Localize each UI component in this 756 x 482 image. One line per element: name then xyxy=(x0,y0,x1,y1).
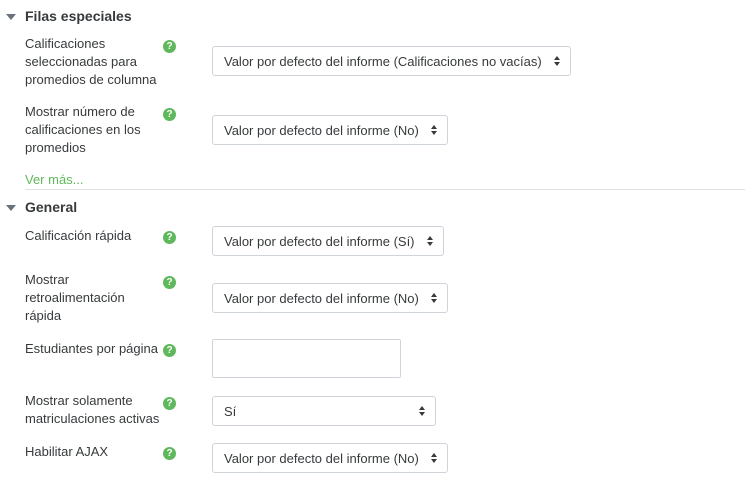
numero-calificaciones-label: Mostrar número de calificaciones en los … xyxy=(25,104,141,155)
help-icon[interactable]: ? xyxy=(163,344,176,357)
select-arrows-icon xyxy=(430,125,437,135)
caret-down-icon xyxy=(6,13,16,20)
select-arrows-icon xyxy=(430,293,437,303)
section-general-toggle[interactable]: General xyxy=(6,199,77,215)
help-icon[interactable]: ? xyxy=(163,231,176,244)
select-value: Sí xyxy=(224,403,237,419)
select-arrows-icon xyxy=(553,56,560,66)
select-arrows-icon xyxy=(426,236,433,246)
help-icon[interactable]: ? xyxy=(163,276,176,289)
calificaciones-label: Calificaciones seleccionadas para promed… xyxy=(25,36,157,87)
select-value: Valor por defecto del informe (No) xyxy=(224,122,419,138)
help-icon[interactable]: ? xyxy=(163,40,176,53)
matriculaciones-activas-label: Mostrar solamente matriculaciones activa… xyxy=(25,393,160,426)
estudiantes-por-pagina-label: Estudiantes por página xyxy=(25,341,158,356)
retroalimentacion-rapida-select[interactable]: Valor por defecto del informe (No) xyxy=(212,283,448,313)
calificaciones-select[interactable]: Valor por defecto del informe (Calificac… xyxy=(212,46,571,76)
divider xyxy=(25,189,745,190)
select-value: Valor por defecto del informe (Calificac… xyxy=(224,53,542,69)
ver-mas-link[interactable]: Ver más... xyxy=(25,172,84,187)
caret-down-icon xyxy=(6,204,16,211)
calificacion-rapida-select[interactable]: Valor por defecto del informe (Sí) xyxy=(212,226,444,256)
retroalimentacion-rapida-label: Mostrar retroalimentación rápida xyxy=(25,272,125,323)
select-value: Valor por defecto del informe (No) xyxy=(224,290,419,306)
numero-calificaciones-select[interactable]: Valor por defecto del informe (No) xyxy=(212,115,448,145)
help-icon[interactable]: ? xyxy=(163,447,176,460)
calificacion-rapida-label: Calificación rápida xyxy=(25,228,132,243)
section-title: General xyxy=(25,199,78,215)
select-value: Valor por defecto del informe (Sí) xyxy=(224,233,415,249)
habilitar-ajax-select[interactable]: Valor por defecto del informe (No) xyxy=(212,443,448,473)
section-filas-especiales-toggle[interactable]: Filas especiales xyxy=(6,8,132,24)
help-icon[interactable]: ? xyxy=(163,108,176,121)
select-arrows-icon xyxy=(419,406,425,416)
select-value: Valor por defecto del informe (No) xyxy=(224,450,419,466)
help-icon[interactable]: ? xyxy=(163,397,176,410)
select-arrows-icon xyxy=(430,453,437,463)
habilitar-ajax-label: Habilitar AJAX xyxy=(25,444,109,459)
section-title: Filas especiales xyxy=(25,8,132,24)
matriculaciones-activas-select[interactable]: Sí xyxy=(212,396,436,426)
estudiantes-por-pagina-input[interactable] xyxy=(212,339,401,378)
